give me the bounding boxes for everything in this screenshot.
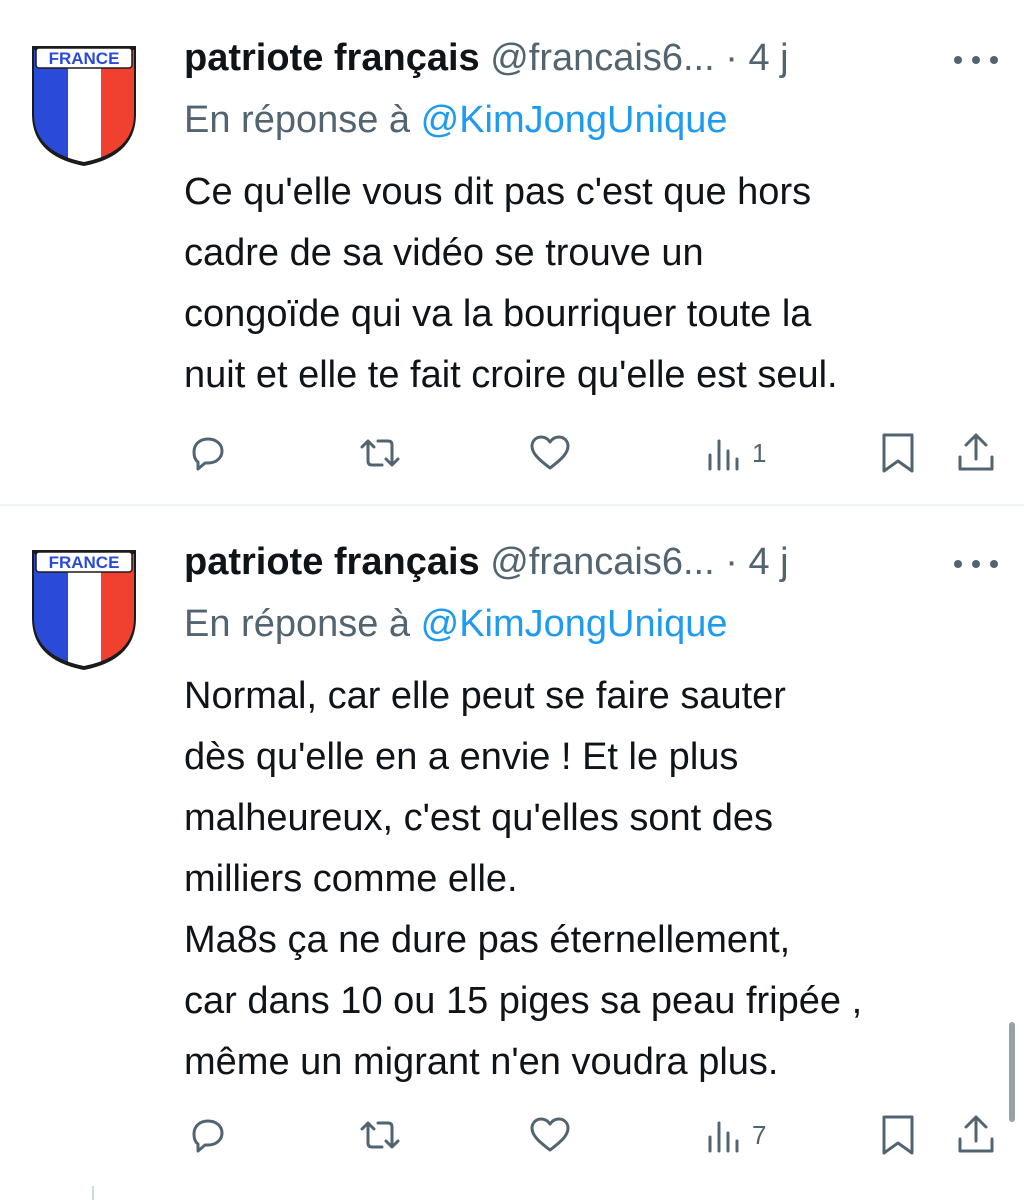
like-button[interactable] [528, 428, 572, 478]
separator-dot: · [725, 541, 738, 583]
tweet[interactable]: FRANCE patriote français @francais6... ·… [0, 506, 1024, 1186]
timestamp[interactable]: 4 j [748, 37, 788, 79]
author-handle[interactable]: @francais6... [490, 37, 714, 79]
retweet-icon [360, 1121, 400, 1149]
reply-mention-link[interactable]: @KimJongUnique [421, 603, 728, 645]
timestamp[interactable]: 4 j [748, 541, 788, 583]
reply-prefix: En réponse à [184, 603, 411, 645]
more-icon[interactable] [954, 552, 1000, 572]
author-handle[interactable]: @francais6... [490, 541, 714, 583]
bookmark-icon [882, 433, 914, 473]
avatar-badge-text: FRANCE [49, 49, 120, 68]
avatar-france-shield-icon[interactable]: FRANCE [28, 36, 140, 168]
reply-icon [192, 437, 224, 471]
share-icon [958, 1115, 994, 1153]
views-icon [708, 1121, 739, 1153]
reply-button[interactable] [188, 428, 228, 478]
tweet-text: Ce qu'elle vous dit pas c'est que hors c… [184, 171, 838, 396]
author-name[interactable]: patriote français [184, 541, 480, 583]
share-icon [958, 433, 994, 471]
tweet[interactable]: FRANCE patriote français @francais6... ·… [0, 0, 1024, 500]
bookmark-button[interactable] [880, 1110, 916, 1160]
reply-context: En réponse à @KimJongUnique [184, 98, 727, 142]
avatar-france-shield-icon[interactable]: FRANCE [28, 540, 140, 672]
views-count: 7 [752, 1119, 767, 1150]
share-button[interactable] [956, 1110, 996, 1160]
author-name[interactable]: patriote français [184, 37, 480, 79]
tweet-text: Normal, car elle peut se faire sauter dè… [184, 675, 863, 1083]
like-button[interactable] [528, 1110, 572, 1160]
thread-line [92, 1186, 94, 1200]
retweet-button[interactable] [356, 1110, 404, 1160]
share-button[interactable] [956, 428, 996, 478]
action-bar: 1 [0, 428, 1024, 478]
reply-prefix: En réponse à [184, 99, 411, 141]
heart-icon [530, 1117, 570, 1152]
reply-button[interactable] [188, 1110, 228, 1160]
retweet-button[interactable] [356, 428, 404, 478]
avatar-badge-text: FRANCE [49, 553, 120, 572]
views-button[interactable]: 1 [706, 428, 766, 478]
action-bar: 7 [0, 1110, 1024, 1160]
retweet-icon [360, 439, 400, 467]
tweet-header: patriote français @francais6... · 4 j [184, 36, 789, 80]
tweet-header: patriote français @francais6... · 4 j [184, 540, 789, 584]
separator-dot: · [725, 37, 738, 79]
reply-context: En réponse à @KimJongUnique [184, 602, 727, 646]
bookmark-button[interactable] [880, 428, 916, 478]
views-count: 1 [752, 437, 767, 468]
reply-mention-link[interactable]: @KimJongUnique [421, 99, 728, 141]
views-icon [708, 439, 739, 471]
views-button[interactable]: 7 [706, 1110, 766, 1160]
more-icon[interactable] [954, 48, 1000, 68]
reply-icon [192, 1119, 224, 1153]
bookmark-icon [882, 1115, 914, 1155]
scrollbar[interactable] [1009, 1022, 1015, 1122]
heart-icon [530, 435, 570, 470]
